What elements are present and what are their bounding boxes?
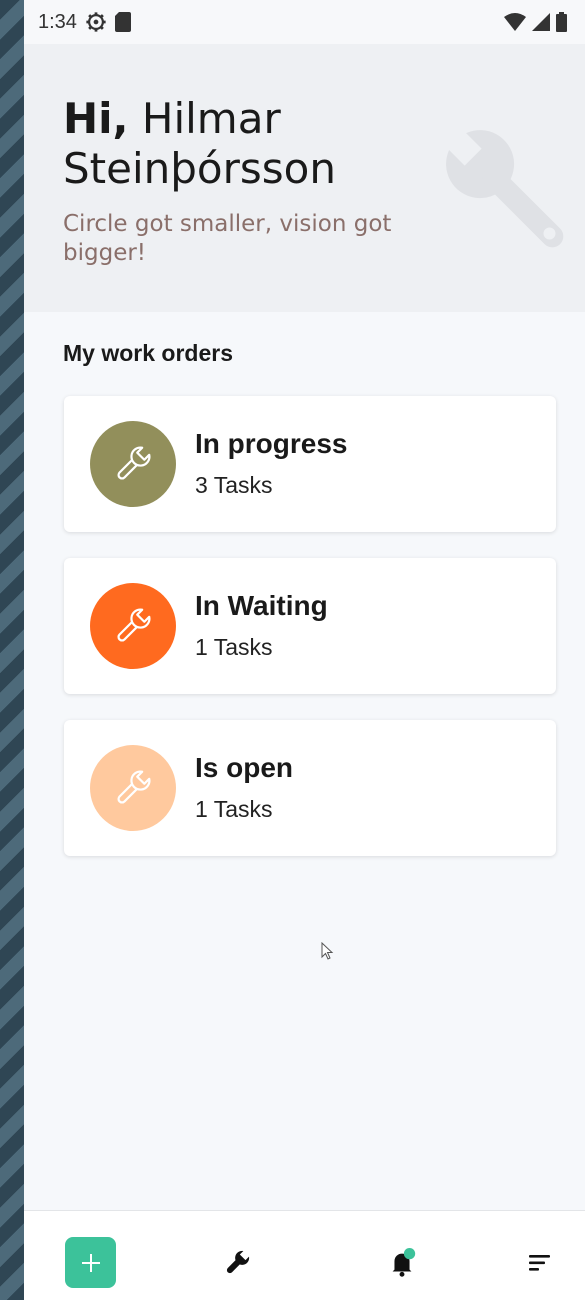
card-title: Is open — [195, 752, 294, 783]
battery-icon — [556, 12, 567, 32]
work-order-card-in-progress[interactable]: In progress 3 Tasks — [64, 396, 556, 532]
bell-icon — [392, 1247, 416, 1277]
status-bar: 1:34 — [24, 0, 585, 44]
greeting-tagline: Circle got smaller, vision got bigger! — [63, 211, 392, 266]
status-time: 1:34 — [38, 10, 77, 33]
settings-gear-icon — [86, 12, 106, 32]
bottom-navigation — [24, 1210, 585, 1300]
background-pattern — [0, 0, 24, 1300]
work-order-card-in-waiting[interactable]: In Waiting 1 Tasks — [64, 558, 556, 694]
status-left: 1:34 — [38, 11, 131, 34]
card-task-count: 1 Tasks — [195, 634, 273, 660]
plus-icon — [81, 1253, 100, 1272]
status-circle — [90, 583, 176, 669]
status-circle — [90, 421, 176, 507]
card-task-count: 3 Tasks — [195, 472, 273, 498]
greeting-prefix: Hi, — [63, 94, 129, 143]
wifi-icon — [504, 13, 526, 31]
wrench-icon — [226, 1250, 250, 1274]
add-button[interactable] — [65, 1237, 116, 1288]
work-orders-title: My work orders — [63, 340, 233, 366]
menu-nav-button[interactable] — [524, 1247, 556, 1279]
card-title: In progress — [195, 428, 348, 459]
wrench-icon — [117, 608, 151, 642]
status-circle — [90, 745, 176, 831]
greeting-header: Hi, Hilmar Steinþórsson Circle got small… — [24, 44, 585, 312]
work-order-card-is-open[interactable]: Is open 1 Tasks — [64, 720, 556, 856]
mouse-cursor-icon — [321, 942, 334, 960]
work-orders-nav-button[interactable] — [221, 1247, 253, 1279]
wrench-icon — [117, 446, 151, 480]
notifications-nav-button[interactable] — [386, 1247, 418, 1279]
card-title: In Waiting — [195, 590, 328, 621]
greeting-last-name: Steinþórsson — [63, 144, 336, 193]
wrench-watermark-icon — [446, 130, 564, 248]
app-screen: 1:34 Hi, Hilmar Steinþórsson Circle got … — [24, 0, 585, 1300]
sd-card-icon — [114, 12, 131, 32]
status-right — [504, 12, 567, 32]
greeting-title: Hi, Hilmar Steinþórsson — [63, 94, 423, 194]
notification-dot — [403, 1247, 416, 1260]
menu-icon — [529, 1255, 550, 1271]
greeting-first-name: Hilmar — [141, 94, 281, 143]
card-task-count: 1 Tasks — [195, 796, 273, 822]
wrench-icon — [117, 770, 151, 804]
signal-icon — [532, 13, 550, 31]
